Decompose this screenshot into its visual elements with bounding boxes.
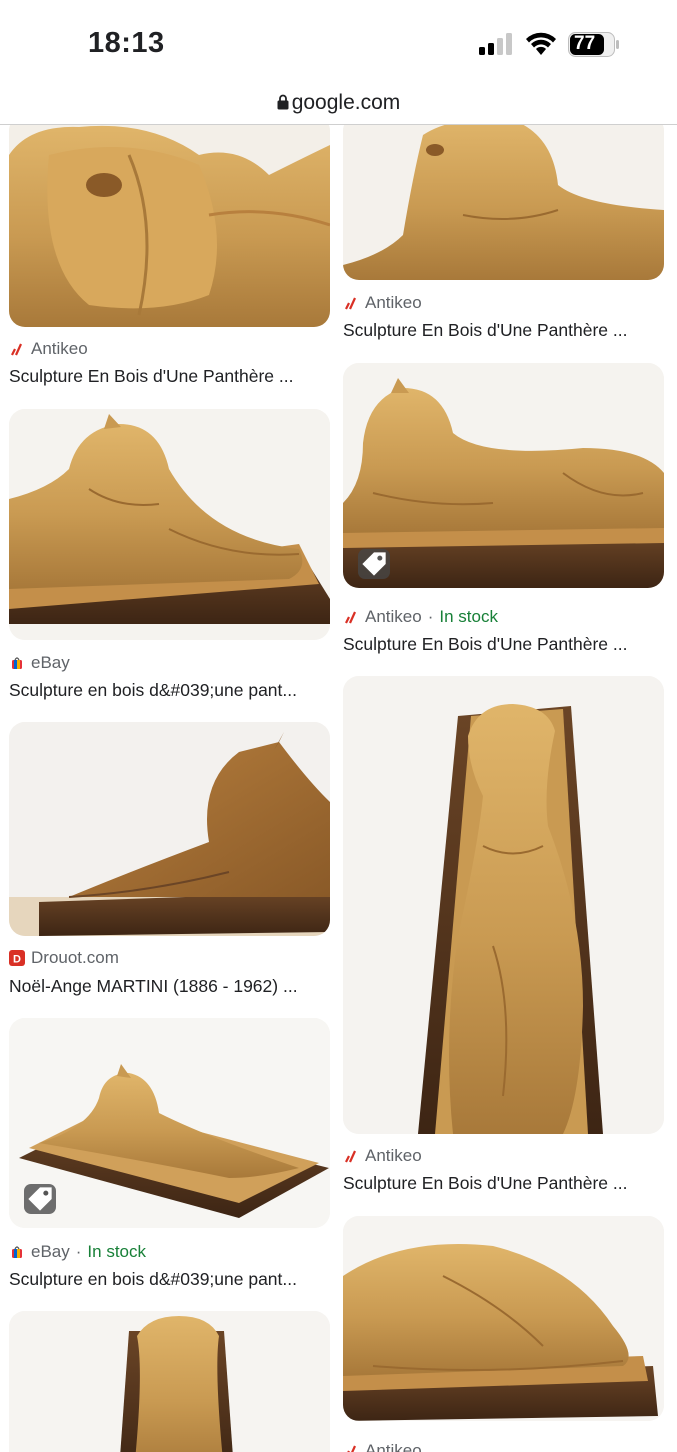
result-image[interactable] [9,125,330,327]
result-title[interactable]: Sculpture En Bois d'Une Panthère ... [343,634,658,655]
result-image[interactable] [9,1018,330,1228]
source-name: Antikeo [365,1441,422,1452]
antikeo-logo-icon [345,611,357,624]
result-image[interactable] [9,409,330,640]
image-results-grid: Antikeo Sculpture En Bois d'Une Panthère… [0,125,677,1452]
battery-level: 77 [574,33,596,54]
url-text: google.com [291,91,401,114]
source-name: Antikeo [365,1146,422,1165]
source-name: Antikeo [365,293,422,312]
result-image[interactable] [343,363,664,588]
svg-text:D: D [13,954,21,966]
battery-icon: 77 [568,32,620,57]
antikeo-logo-icon [347,1445,357,1452]
ebay-logo-icon [12,657,22,669]
separator: · [427,607,434,626]
shopping-badge [24,1184,56,1214]
result-image[interactable] [343,125,664,280]
result-source[interactable]: Antikeo [343,293,422,313]
shopping-tag-icon [362,552,386,576]
stock-status: In stock [439,607,498,626]
source-name: Drouot.com [31,948,119,967]
source-name: Antikeo [365,607,422,626]
result-title[interactable]: Sculpture En Bois d'Une Panthère ... [9,366,324,387]
result-title[interactable]: Sculpture en bois d&#039;une pant... [9,1269,319,1290]
result-title[interactable]: Sculpture En Bois d'Une Panthère ... [343,320,658,341]
result-source[interactable]: Antikeo [9,339,88,359]
result-title[interactable]: Sculpture en bois d&#039;une pant... [9,680,319,701]
ebay-logo-icon [12,1246,22,1258]
result-image[interactable] [343,676,664,1134]
separator: · [75,1242,82,1261]
result-image[interactable] [343,1216,664,1421]
lock-icon [277,94,289,110]
stock-status: In stock [87,1242,147,1261]
result-source[interactable]: D Drouot.com [9,948,119,968]
status-bar: 18:13 77 [0,0,677,88]
result-image[interactable] [9,1311,330,1452]
result-source[interactable]: Antikeo · In stock [343,607,498,627]
result-title[interactable]: Sculpture En Bois d'Une Panthère ... [343,1173,658,1194]
url-display[interactable]: google.com [0,91,677,115]
shopping-badge [358,549,390,579]
result-source[interactable]: eBay [9,653,70,673]
antikeo-logo-icon [345,297,357,310]
source-name: eBay [31,653,70,672]
result-title[interactable]: Noël-Ange MARTINI (1886 - 1962) ... [9,976,314,997]
shopping-tag-icon [28,1187,52,1211]
wifi-icon [526,32,556,55]
address-bar[interactable]: google.com [0,88,677,125]
result-image[interactable] [9,722,330,936]
result-source[interactable]: Antikeo [343,1146,422,1166]
drouot-logo-icon: D [9,950,25,966]
source-name: eBay [31,1242,70,1261]
cellular-signal-icon [479,33,512,55]
source-name: Antikeo [31,339,88,358]
antikeo-logo-icon [345,1150,357,1163]
result-source[interactable]: Antikeo [343,1441,422,1452]
antikeo-logo-icon [11,343,23,356]
status-time: 18:13 [88,27,165,59]
result-source[interactable]: eBay · In stock [9,1242,146,1262]
